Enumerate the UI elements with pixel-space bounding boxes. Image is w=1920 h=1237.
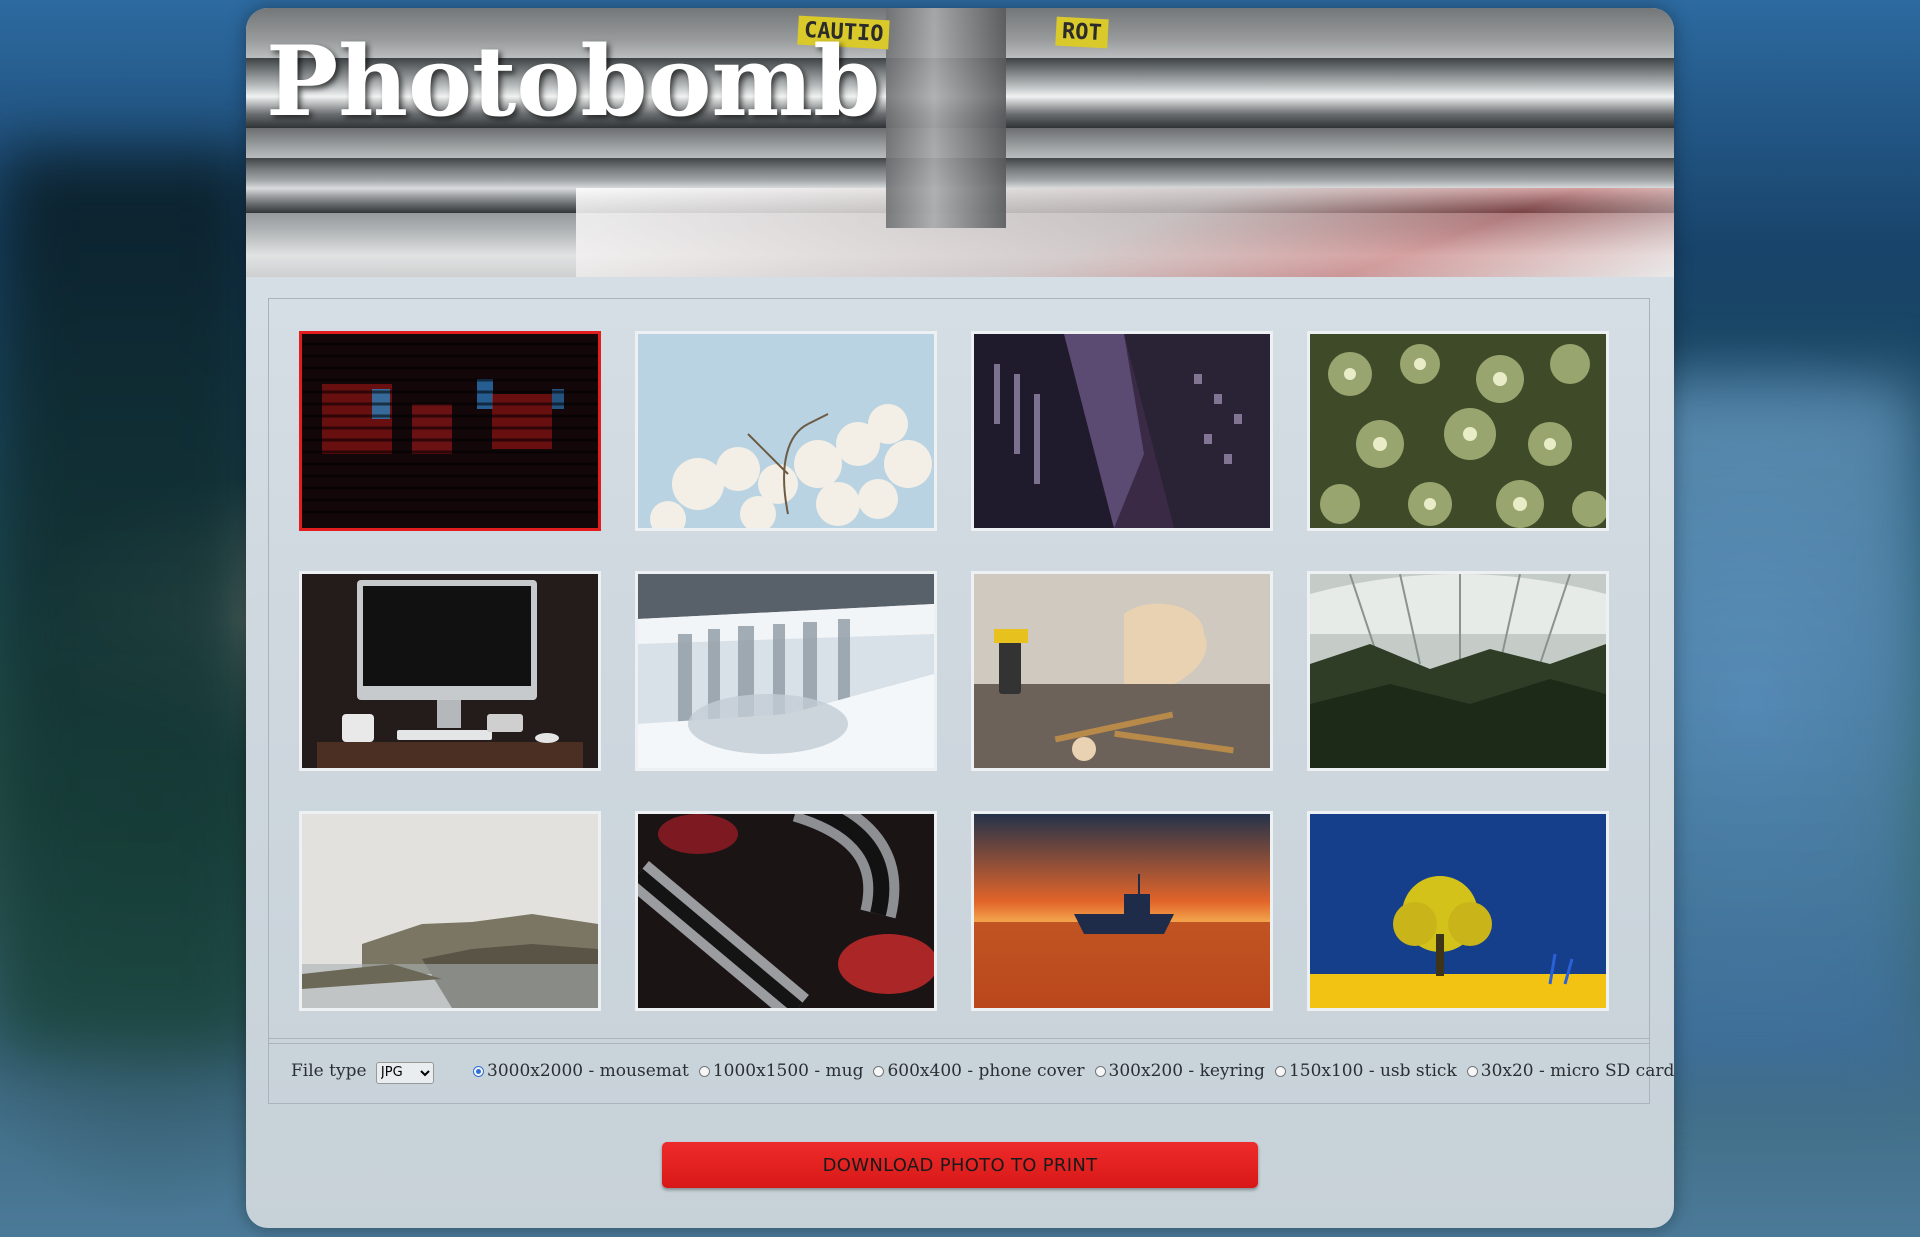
desktop-image bbox=[302, 574, 598, 768]
photo-thumbnail-skyscrapers[interactable] bbox=[971, 331, 1273, 531]
size-option-label: 600x400 - phone cover bbox=[887, 1061, 1085, 1081]
photo-thumbnail-neon-blinds[interactable] bbox=[299, 331, 601, 531]
caution-sticker: ROT bbox=[1055, 16, 1109, 49]
photo-gallery bbox=[268, 298, 1650, 1044]
size-option-micro-sd[interactable]: 30x20 - micro SD card bbox=[1466, 1061, 1674, 1081]
radio-button[interactable] bbox=[1094, 1065, 1106, 1077]
download-button[interactable]: DOWNLOAD PHOTO TO PRINT bbox=[662, 1142, 1258, 1188]
size-option-keyring[interactable]: 300x200 - keyring bbox=[1094, 1061, 1265, 1081]
photo-thumbnail-woodworking[interactable] bbox=[971, 571, 1273, 771]
header-banner: CAUTIO ROT Photobomb bbox=[246, 8, 1674, 277]
size-option-label: 300x200 - keyring bbox=[1108, 1061, 1265, 1081]
photo-thumbnail-waterfall[interactable] bbox=[635, 571, 937, 771]
file-type-select[interactable]: JPG bbox=[375, 1061, 434, 1084]
size-option-mug[interactable]: 1000x1500 - mug bbox=[698, 1061, 864, 1081]
size-option-phone-cover[interactable]: 600x400 - phone cover bbox=[873, 1061, 1085, 1081]
press-bracket bbox=[886, 8, 1006, 228]
photo-thumbnail-sunset-boat[interactable] bbox=[971, 811, 1273, 1011]
sunset-boat-image bbox=[974, 814, 1270, 1008]
greenhouse-image bbox=[1310, 574, 1606, 768]
radio-button[interactable] bbox=[1466, 1065, 1478, 1077]
succulents-image bbox=[1310, 334, 1606, 528]
photo-thumbnail-coastline[interactable] bbox=[299, 811, 601, 1011]
site-title: Photobomb bbox=[266, 25, 881, 138]
file-type-label: File type bbox=[291, 1061, 367, 1081]
magnolia-image bbox=[638, 334, 934, 528]
print-options-bar: File type JPG 3000x2000 - mousemat 1000x… bbox=[268, 1038, 1674, 1104]
printed-paper bbox=[576, 188, 1674, 277]
print-size-radio-group: 3000x2000 - mousemat 1000x1500 - mug 600… bbox=[473, 1061, 1674, 1081]
radio-button[interactable] bbox=[1274, 1065, 1286, 1077]
waterfall-image bbox=[638, 574, 934, 768]
coastline-image bbox=[302, 814, 598, 1008]
radio-button[interactable] bbox=[473, 1065, 484, 1077]
size-option-label: 1000x1500 - mug bbox=[712, 1061, 864, 1081]
photo-thumbnail-desktop[interactable] bbox=[299, 571, 601, 771]
size-option-label: 30x20 - micro SD card bbox=[1480, 1061, 1674, 1081]
yellow-tree-image bbox=[1310, 814, 1606, 1008]
size-option-usb-stick[interactable]: 150x100 - usb stick bbox=[1274, 1061, 1457, 1081]
photo-thumbnail-greenhouse[interactable] bbox=[1307, 571, 1609, 771]
size-option-label: 150x100 - usb stick bbox=[1288, 1061, 1457, 1081]
chrome-abstract-image bbox=[638, 814, 934, 1008]
main-panel: CAUTIO ROT Photobomb File type JPG 3000x… bbox=[246, 8, 1674, 1228]
file-type-group: File type JPG bbox=[291, 1061, 434, 1084]
neon-blinds-image bbox=[302, 334, 598, 528]
photo-thumbnail-succulents[interactable] bbox=[1307, 331, 1609, 531]
background-forest bbox=[0, 150, 260, 1050]
woodworking-image bbox=[974, 574, 1270, 768]
photo-thumbnail-chrome-abstract[interactable] bbox=[635, 811, 937, 1011]
size-option-mousemat[interactable]: 3000x2000 - mousemat bbox=[473, 1061, 689, 1081]
size-option-label: 3000x2000 - mousemat bbox=[487, 1061, 689, 1081]
skyscrapers-image bbox=[974, 334, 1270, 528]
radio-button[interactable] bbox=[873, 1065, 885, 1077]
radio-button[interactable] bbox=[698, 1065, 710, 1077]
photo-thumbnail-yellow-tree[interactable] bbox=[1307, 811, 1609, 1011]
photo-thumbnail-magnolia[interactable] bbox=[635, 331, 937, 531]
